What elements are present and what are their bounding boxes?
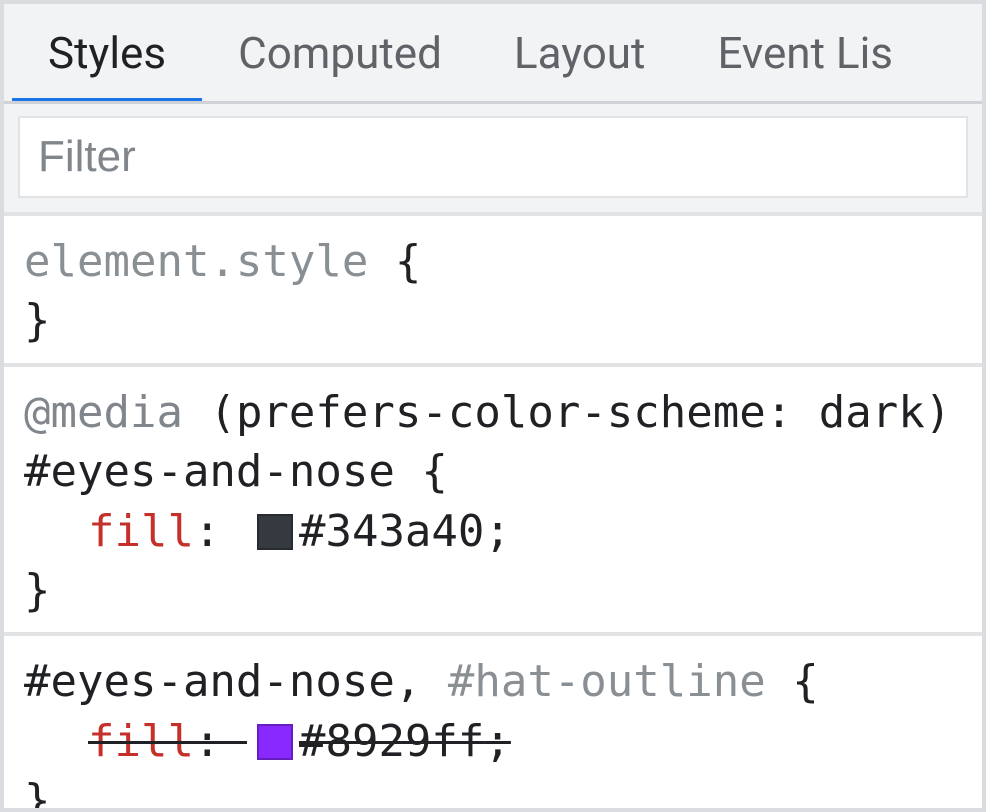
rules-list: element.style { } @media (prefers-color-… xyxy=(4,216,982,808)
semicolon: ; xyxy=(484,506,511,557)
close-brace: } xyxy=(24,775,51,808)
at-media-keyword: @media xyxy=(24,387,183,438)
filter-input[interactable] xyxy=(18,116,968,198)
open-brace: { xyxy=(792,656,819,707)
colon: : xyxy=(194,716,221,767)
color-swatch-icon[interactable] xyxy=(257,514,293,550)
tabbar: Styles Computed Layout Event Lis xyxy=(4,4,982,104)
declaration-overridden[interactable]: fill: #8929ff; xyxy=(88,712,962,771)
tab-computed[interactable]: Computed xyxy=(202,4,478,101)
tab-layout[interactable]: Layout xyxy=(478,4,682,101)
color-swatch-icon[interactable] xyxy=(257,724,293,760)
rule-element-style[interactable]: element.style { } xyxy=(4,216,982,367)
open-brace: { xyxy=(421,446,448,497)
rule-eyes-hat[interactable]: #eyes-and-nose, #hat-outline { fill: #89… xyxy=(4,636,982,808)
property-value[interactable]: #8929ff xyxy=(299,716,484,767)
close-brace: } xyxy=(24,565,51,616)
close-brace: } xyxy=(24,295,51,346)
selector-text: #eyes-and-nose xyxy=(24,446,395,497)
styles-panel: Styles Computed Layout Event Lis element… xyxy=(0,0,986,812)
media-query-text: (prefers-color-scheme: dark) xyxy=(209,387,951,438)
selector-part-1: #eyes-and-nose xyxy=(24,656,395,707)
property-name[interactable]: fill xyxy=(88,716,194,767)
property-value[interactable]: #343a40 xyxy=(299,506,484,557)
selector-text: element.style xyxy=(24,236,368,287)
semicolon: ; xyxy=(484,716,511,767)
colon: : xyxy=(194,506,221,557)
selector-part-2: #hat-outline xyxy=(448,656,766,707)
tab-styles[interactable]: Styles xyxy=(12,4,202,101)
tab-event-listeners[interactable]: Event Lis xyxy=(681,4,929,101)
selector-comma: , xyxy=(395,656,448,707)
rule-media-dark[interactable]: @media (prefers-color-scheme: dark) #eye… xyxy=(4,367,982,637)
open-brace: { xyxy=(395,236,422,287)
property-name[interactable]: fill xyxy=(88,506,194,557)
filter-row xyxy=(4,104,982,216)
declaration[interactable]: fill: #343a40; xyxy=(88,502,962,561)
